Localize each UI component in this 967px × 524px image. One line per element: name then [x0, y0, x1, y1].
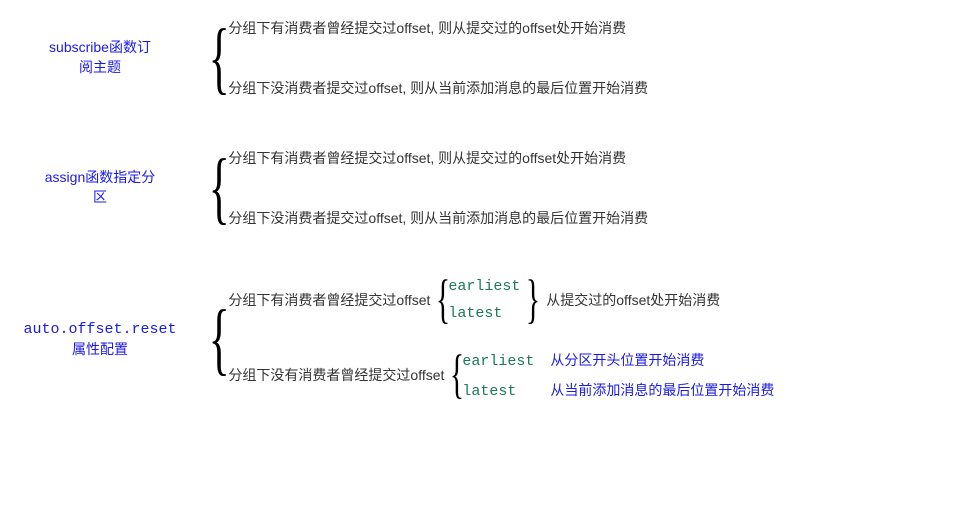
- branches-subscribe: 分组下有消费者曾经提交过offset, 则从提交过的offset处开始消费 分组…: [228, 18, 648, 98]
- option-latest: latest: [448, 305, 520, 322]
- label-line1: assign函数指定分: [45, 169, 155, 185]
- option-desc: 从当前添加消息的最后位置开始消费: [550, 380, 774, 400]
- section-subscribe: subscribe函数订 阅主题 { 分组下有消费者曾经提交过offset, 则…: [0, 18, 967, 98]
- label-line1: auto.offset.reset: [23, 321, 176, 338]
- branch-text: 分组下有消费者曾经提交过offset, 则从提交过的offset处开始消费: [228, 18, 648, 38]
- branch2-prefix: 分组下没有消费者曾经提交过offset: [228, 365, 444, 385]
- label-auto-offset: auto.offset.reset 属性配置: [0, 319, 200, 360]
- brace-open-icon: {: [436, 285, 450, 315]
- label-line2: 区: [93, 189, 107, 205]
- branches-assign: 分组下有消费者曾经提交过offset, 则从提交过的offset处开始消费 分组…: [228, 148, 648, 228]
- branch-no-offset: 分组下没有消费者曾经提交过offset { earliest 从分区开头位置开始…: [228, 350, 774, 400]
- label-assign: assign函数指定分 区: [0, 168, 200, 207]
- brace-open-icon: {: [450, 360, 464, 390]
- option-latest: latest: [462, 383, 538, 400]
- branch1-result: 从提交过的offset处开始消费: [546, 290, 720, 310]
- branch-text: 分组下有消费者曾经提交过offset, 则从提交过的offset处开始消费: [228, 148, 648, 168]
- option-earliest: earliest: [448, 278, 520, 295]
- branch1-prefix: 分组下有消费者曾经提交过offset: [228, 290, 430, 310]
- label-subscribe: subscribe函数订 阅主题: [0, 38, 200, 77]
- option-row: latest 从当前添加消息的最后位置开始消费: [462, 380, 774, 400]
- label-line2: 属性配置: [72, 341, 128, 357]
- branch-text: 分组下没消费者提交过offset, 则从当前添加消息的最后位置开始消费: [228, 78, 648, 98]
- branch-has-offset: 分组下有消费者曾经提交过offset { earliest latest } 从…: [228, 278, 774, 322]
- brace-icon: {: [209, 36, 230, 80]
- brace-icon: {: [209, 166, 230, 210]
- label-line1: subscribe函数订: [49, 39, 151, 55]
- brace-close-icon: }: [526, 285, 540, 315]
- brace-icon: {: [209, 317, 230, 361]
- option-row: earliest 从分区开头位置开始消费: [462, 350, 774, 370]
- option-earliest: earliest: [462, 353, 538, 370]
- branch1-options: earliest latest: [448, 278, 520, 322]
- section-auto-offset-reset: auto.offset.reset 属性配置 { 分组下有消费者曾经提交过off…: [0, 278, 967, 400]
- option-desc: 从分区开头位置开始消费: [550, 350, 704, 370]
- section-assign: assign函数指定分 区 { 分组下有消费者曾经提交过offset, 则从提交…: [0, 148, 967, 228]
- branches-auto-offset: 分组下有消费者曾经提交过offset { earliest latest } 从…: [228, 278, 774, 400]
- label-line2: 阅主题: [79, 59, 121, 75]
- branch2-options: earliest 从分区开头位置开始消费 latest 从当前添加消息的最后位置…: [462, 350, 774, 400]
- branch-text: 分组下没消费者提交过offset, 则从当前添加消息的最后位置开始消费: [228, 208, 648, 228]
